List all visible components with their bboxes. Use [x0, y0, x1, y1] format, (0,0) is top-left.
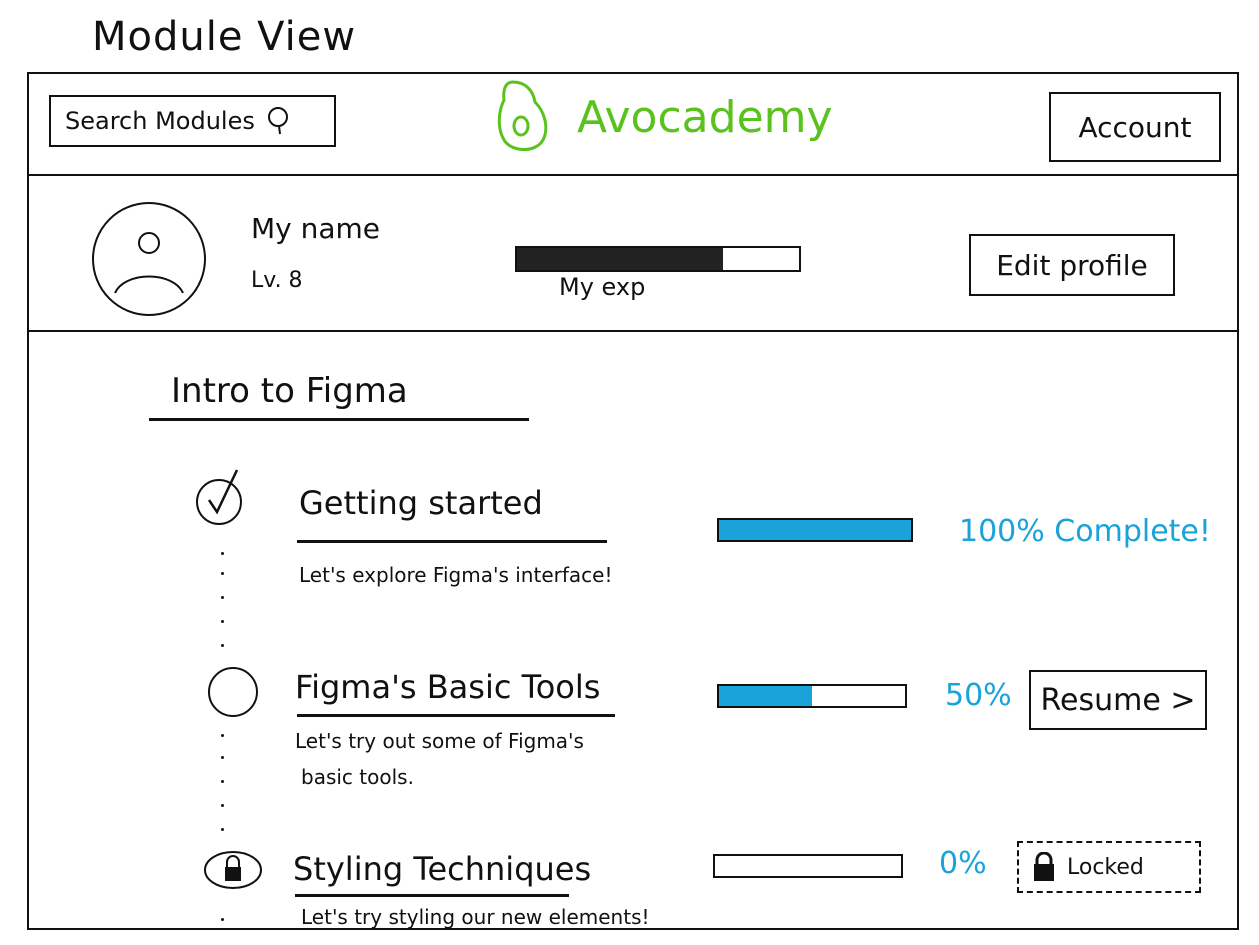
app-frame: Search Modules Avocademy Account My name… [27, 72, 1239, 930]
lock-icon [1034, 852, 1054, 881]
header-divider [29, 174, 1237, 176]
timeline-dot [221, 780, 224, 783]
timeline-dot [221, 620, 224, 623]
module-progress-bar [717, 684, 907, 708]
lock-icon [204, 851, 262, 889]
module-title-underline [297, 714, 615, 717]
timeline-dot [221, 552, 224, 555]
timeline-dot [221, 596, 224, 599]
avocado-icon [497, 80, 548, 151]
timeline-dot [221, 734, 224, 737]
module-status-text: 50% [945, 678, 1012, 713]
timeline-dot [221, 828, 224, 831]
user-level: Lv. 8 [251, 268, 303, 293]
timeline-dot [221, 644, 224, 647]
module-title-underline [297, 540, 607, 543]
exp-progress-fill [517, 248, 723, 270]
profile-divider [29, 330, 1237, 332]
module-progress-bar [717, 518, 913, 542]
module-progress-fill [719, 686, 812, 706]
timeline-dot [221, 572, 224, 575]
module-title-underline [295, 894, 569, 897]
module-status-text: 100% Complete! [959, 514, 1211, 549]
section-title: Intro to Figma [171, 371, 408, 411]
section-title-underline [149, 418, 529, 421]
search-label: Search Modules [65, 107, 255, 135]
timeline-dot [221, 804, 224, 807]
empty-circle-icon [208, 667, 258, 717]
module-description: Let's try styling our new elements! [301, 905, 650, 929]
page-title: Module View [92, 14, 357, 60]
module-progress-bar [713, 854, 903, 878]
timeline-dot [221, 918, 224, 921]
locked-label: Locked [1067, 854, 1144, 880]
search-modules-box[interactable]: Search Modules [49, 95, 336, 147]
account-button[interactable]: Account [1049, 92, 1221, 162]
edit-profile-button[interactable]: Edit profile [969, 234, 1175, 296]
search-icon [267, 107, 288, 135]
user-name: My name [251, 212, 381, 245]
user-avatar-icon [92, 202, 206, 316]
brand-name: Avocademy [577, 91, 833, 143]
exp-progress-bar [515, 246, 801, 272]
module-progress-fill [719, 520, 911, 540]
check-circle-icon [196, 469, 242, 525]
module-title[interactable]: Figma's Basic Tools [295, 668, 600, 706]
module-status-text: 0% [939, 846, 987, 881]
locked-badge: Locked [1017, 841, 1201, 893]
module-description-line: basic tools. [301, 765, 414, 789]
module-description-line: Let's try out some of Figma's [295, 729, 584, 753]
module-description: Let's explore Figma's interface! [299, 563, 613, 587]
exp-label: My exp [559, 273, 646, 301]
timeline-dot [221, 756, 224, 759]
resume-button[interactable]: Resume > [1029, 670, 1207, 730]
brand-logo[interactable]: Avocademy [495, 78, 833, 156]
module-title[interactable]: Getting started [299, 484, 543, 522]
module-title[interactable]: Styling Techniques [293, 850, 591, 888]
